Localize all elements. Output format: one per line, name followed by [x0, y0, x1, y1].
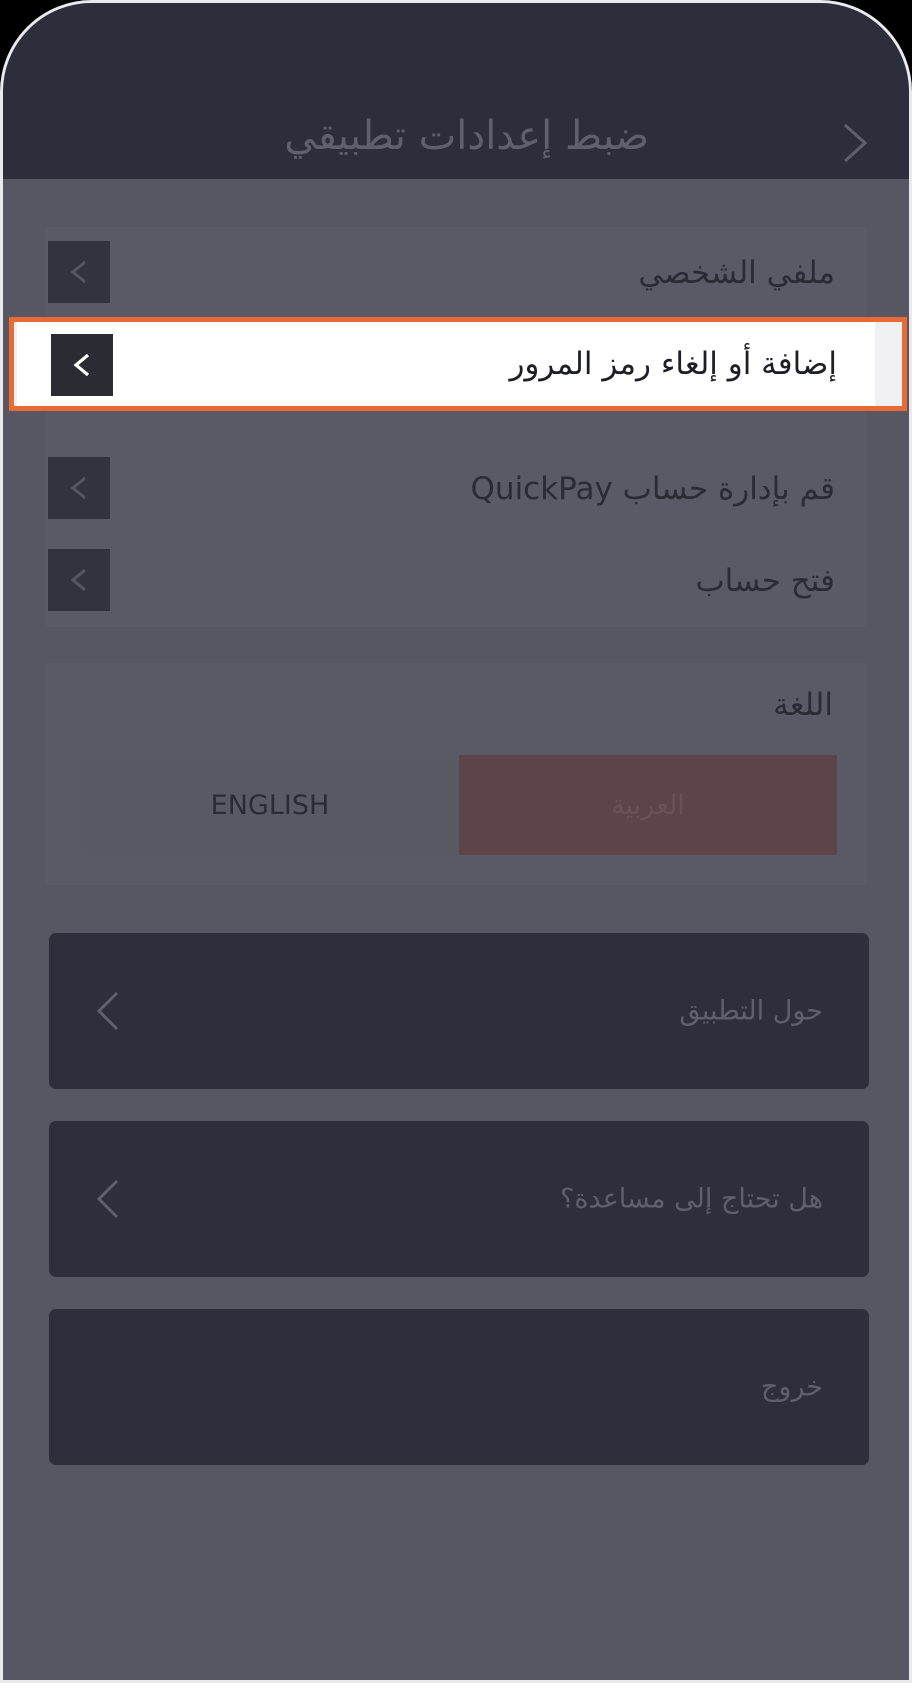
menu-item-chevron: [51, 334, 113, 396]
language-option-english[interactable]: ENGLISH: [81, 755, 459, 855]
logout-button[interactable]: خروج: [49, 1309, 869, 1465]
menu-item-label: ملفي الشخصي: [638, 255, 835, 291]
help-label: هل تحتاج إلى مساعدة؟: [560, 1183, 823, 1215]
chevron-left-icon: [96, 991, 119, 1031]
menu-item-chevron: [48, 241, 110, 303]
chevron-left-icon: [70, 568, 86, 592]
back-button[interactable]: [837, 121, 873, 165]
menu-item-label: قم بإدارة حساب QuickPay: [470, 471, 835, 507]
chevron-right-icon: [843, 123, 868, 163]
chevron-left-icon: [96, 1179, 119, 1219]
app-header: ضبط إعدادات تطبيقي: [3, 3, 909, 179]
menu-item-label: فتح حساب: [695, 563, 836, 599]
menu-item-chevron: [48, 549, 110, 611]
menu-item-label: إضافة أو إلغاء رمز المرور: [509, 346, 837, 382]
logout-label: خروج: [760, 1371, 823, 1403]
menu-item-quickpay[interactable]: قم بإدارة حساب QuickPay: [45, 443, 867, 535]
chevron-left-icon: [70, 476, 86, 500]
chevron-left-icon: [70, 260, 86, 284]
menu-item-open-account[interactable]: فتح حساب: [45, 535, 867, 627]
menu-item-passcode[interactable]: إضافة أو إلغاء رمز المرور: [9, 317, 907, 411]
language-option-arabic[interactable]: العربية: [459, 755, 837, 855]
about-app-label: حول التطبيق: [679, 995, 823, 1027]
menu-item-chevron: [48, 457, 110, 519]
about-app-button[interactable]: حول التطبيق: [49, 933, 869, 1089]
chevron-left-icon: [73, 353, 90, 377]
app-screen: ضبط إعدادات تطبيقي ملفي الشخصي إضافة أو …: [0, 0, 912, 1683]
help-button[interactable]: هل تحتاج إلى مساعدة؟: [49, 1121, 869, 1277]
language-title: اللغة: [773, 687, 833, 723]
page-title: ضبط إعدادات تطبيقي: [284, 113, 649, 159]
menu-item-profile[interactable]: ملفي الشخصي: [45, 227, 867, 319]
